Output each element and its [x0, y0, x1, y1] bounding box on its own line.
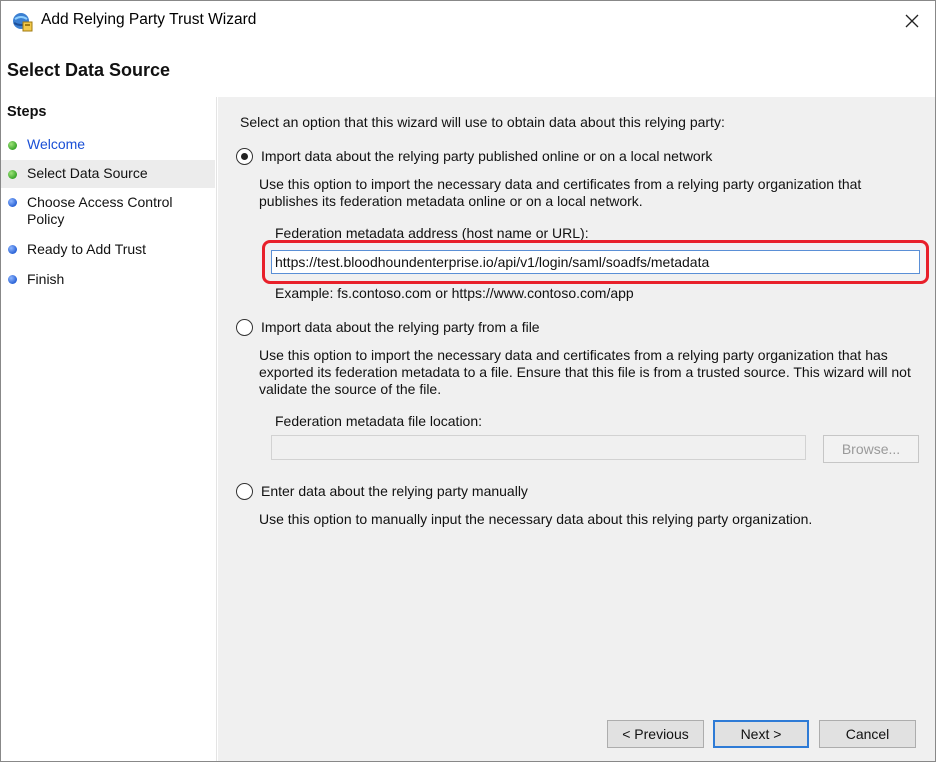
app-icon — [13, 13, 33, 32]
metadata-file-label: Federation metadata file location: — [275, 413, 483, 429]
cancel-button[interactable]: Cancel — [819, 720, 916, 748]
close-icon — [905, 14, 919, 28]
step-pending-icon — [8, 275, 17, 284]
step-choose-access-control-policy: Choose Access Control Policy — [1, 193, 215, 233]
step-pending-icon — [8, 245, 17, 254]
option-file-label[interactable]: Import data about the relying party from… — [261, 319, 540, 336]
option-online-description: Use this option to import the necessary … — [259, 176, 862, 209]
wizard-window: Add Relying Party Trust Wizard Select Da… — [0, 0, 936, 762]
next-button[interactable]: Next > — [713, 720, 809, 748]
step-select-data-source: Select Data Source — [1, 160, 215, 188]
step-finish: Finish — [1, 270, 215, 292]
title-bar: Add Relying Party Trust Wizard — [1, 1, 935, 41]
step-pending-icon — [8, 198, 17, 207]
radio-import-online[interactable] — [236, 148, 253, 165]
metadata-file-input — [271, 435, 806, 460]
option-manual-label[interactable]: Enter data about the relying party manua… — [261, 483, 528, 500]
step-complete-icon — [8, 170, 17, 179]
step-label: Ready to Add Trust — [27, 241, 147, 257]
step-label: Choose Access Control Policy — [27, 194, 173, 227]
step-label: Finish — [27, 271, 65, 287]
option-file-description: Use this option to import the necessary … — [259, 347, 911, 397]
window-title: Add Relying Party Trust Wizard — [41, 11, 257, 28]
option-manual-description: Use this option to manually input the ne… — [259, 511, 813, 527]
metadata-address-example: Example: fs.contoso.com or https://www.c… — [275, 285, 634, 301]
radio-enter-manually[interactable] — [236, 483, 253, 500]
option-online-label[interactable]: Import data about the relying party publ… — [261, 148, 712, 165]
steps-heading: Steps — [7, 104, 47, 120]
step-ready-to-add-trust: Ready to Add Trust — [1, 240, 215, 262]
step-label: Welcome — [27, 136, 86, 152]
browse-button: Browse... — [823, 435, 919, 463]
intro-text: Select an option that this wizard will u… — [240, 114, 725, 130]
previous-button[interactable]: < Previous — [607, 720, 704, 748]
close-button[interactable] — [889, 1, 935, 41]
page-title: Select Data Source — [7, 60, 171, 80]
step-label: Select Data Source — [27, 165, 148, 181]
step-welcome[interactable]: Welcome — [1, 134, 215, 156]
highlight-annotation — [262, 240, 929, 284]
radio-import-file[interactable] — [236, 319, 253, 336]
main-panel: Select an option that this wizard will u… — [218, 97, 935, 761]
wizard-header: Select Data Source — [1, 41, 935, 97]
steps-panel: Steps Welcome Select Data Source Choose … — [1, 97, 217, 761]
step-complete-icon — [8, 141, 17, 150]
